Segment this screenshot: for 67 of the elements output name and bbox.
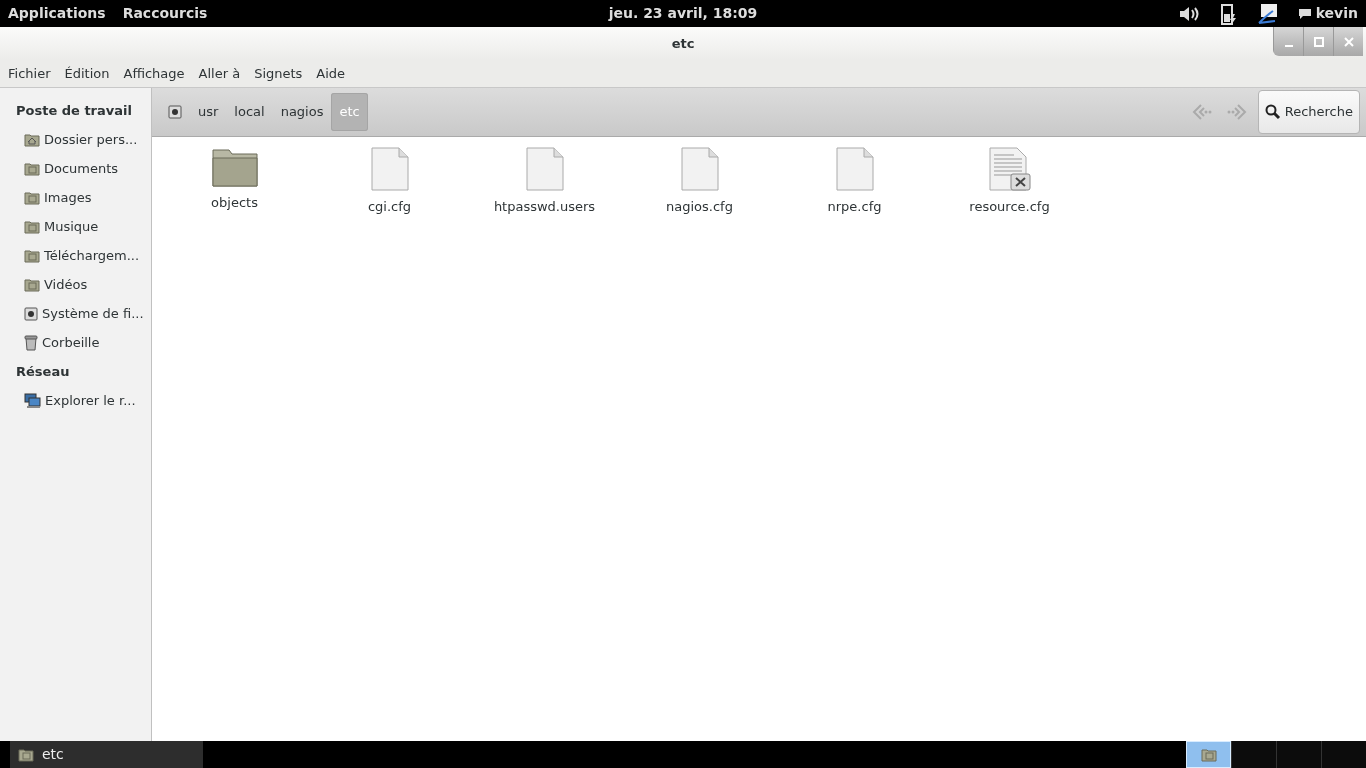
top-menu[interactable]: Raccourcis [122, 3, 208, 24]
folder-icon [24, 248, 40, 263]
menu-item[interactable]: Signets [254, 63, 303, 84]
folder-icon [24, 277, 40, 292]
top-menu[interactable]: Applications [8, 3, 106, 24]
user-menu[interactable]: kevin [1315, 3, 1358, 24]
file-icon [525, 147, 564, 191]
taskbar-window-button[interactable]: etc [10, 741, 203, 768]
path-button[interactable]: nagios [272, 93, 332, 131]
chat-bubble-icon [1298, 7, 1313, 20]
path-button[interactable]: local [226, 93, 273, 131]
text-file-locked-icon [988, 147, 1031, 191]
sidebar-item[interactable]: Corbeille [0, 328, 151, 357]
minimize-icon [1284, 44, 1293, 47]
file-name[interactable]: htpasswd.users [493, 197, 596, 217]
sidebar-item[interactable]: Explorer le r... [0, 386, 151, 415]
file-name[interactable]: nrpe.cfg [827, 197, 882, 217]
pen-tablet-icon [1256, 2, 1279, 25]
folder-icon [24, 190, 40, 205]
workspace-button[interactable] [1276, 741, 1321, 768]
folder-icon [24, 219, 40, 234]
sidebar-item[interactable]: Téléchargem... [0, 241, 151, 270]
workspace-button[interactable] [1231, 741, 1276, 768]
folder-icon [18, 747, 34, 762]
file-name[interactable]: nagios.cfg [666, 197, 733, 217]
workspace-button[interactable] [1321, 741, 1366, 768]
drive-icon [168, 105, 182, 119]
computer-icon [24, 393, 41, 408]
menu-item[interactable]: Fichier [8, 63, 51, 84]
file-icon [835, 147, 874, 191]
sidebar-heading: Réseau [15, 362, 71, 381]
sidebar-item[interactable]: Vidéos [0, 270, 151, 299]
home-folder-icon [24, 132, 40, 147]
sidebar-item[interactable]: Documents [0, 154, 151, 183]
battery-icon [1219, 1, 1238, 26]
forward-arrow-icon [1225, 103, 1248, 121]
volume-icon [1177, 4, 1200, 23]
sidebar-item[interactable]: Musique [0, 212, 151, 241]
file-icon [680, 147, 719, 191]
file-name[interactable]: cgi.cfg [367, 197, 412, 217]
search-button[interactable]: Recherche [1257, 90, 1360, 134]
menu-item[interactable]: Aller à [198, 63, 241, 84]
folder-icon [1200, 747, 1217, 762]
minimize-button[interactable] [1273, 27, 1303, 56]
close-icon [1343, 36, 1354, 47]
window-title: etc [671, 34, 695, 53]
search-icon [1264, 104, 1281, 120]
drive-icon [24, 306, 38, 321]
close-button[interactable] [1333, 27, 1363, 56]
maximize-button[interactable] [1303, 27, 1333, 56]
menu-item[interactable]: Affichage [123, 63, 185, 84]
folder-icon [211, 147, 258, 187]
sidebar-heading: Poste de travail [15, 101, 133, 120]
clock[interactable]: jeu. 23 avril, 18:09 [608, 5, 758, 21]
file-name[interactable]: resource.cfg [969, 197, 1050, 217]
folder-icon [24, 161, 40, 176]
menu-item[interactable]: Édition [64, 63, 110, 84]
sidebar-item[interactable]: Système de fi... [0, 299, 151, 328]
trash-icon [24, 334, 38, 351]
file-name[interactable]: objects [211, 193, 258, 213]
back-arrow-icon [1190, 103, 1213, 121]
file-icon [370, 147, 409, 191]
path-button[interactable]: usr [190, 93, 227, 131]
menu-item[interactable]: Aide [316, 63, 346, 84]
maximize-icon [1313, 36, 1324, 47]
sidebar-item[interactable]: Images [0, 183, 151, 212]
sidebar-item[interactable]: Dossier pers... [0, 125, 151, 154]
